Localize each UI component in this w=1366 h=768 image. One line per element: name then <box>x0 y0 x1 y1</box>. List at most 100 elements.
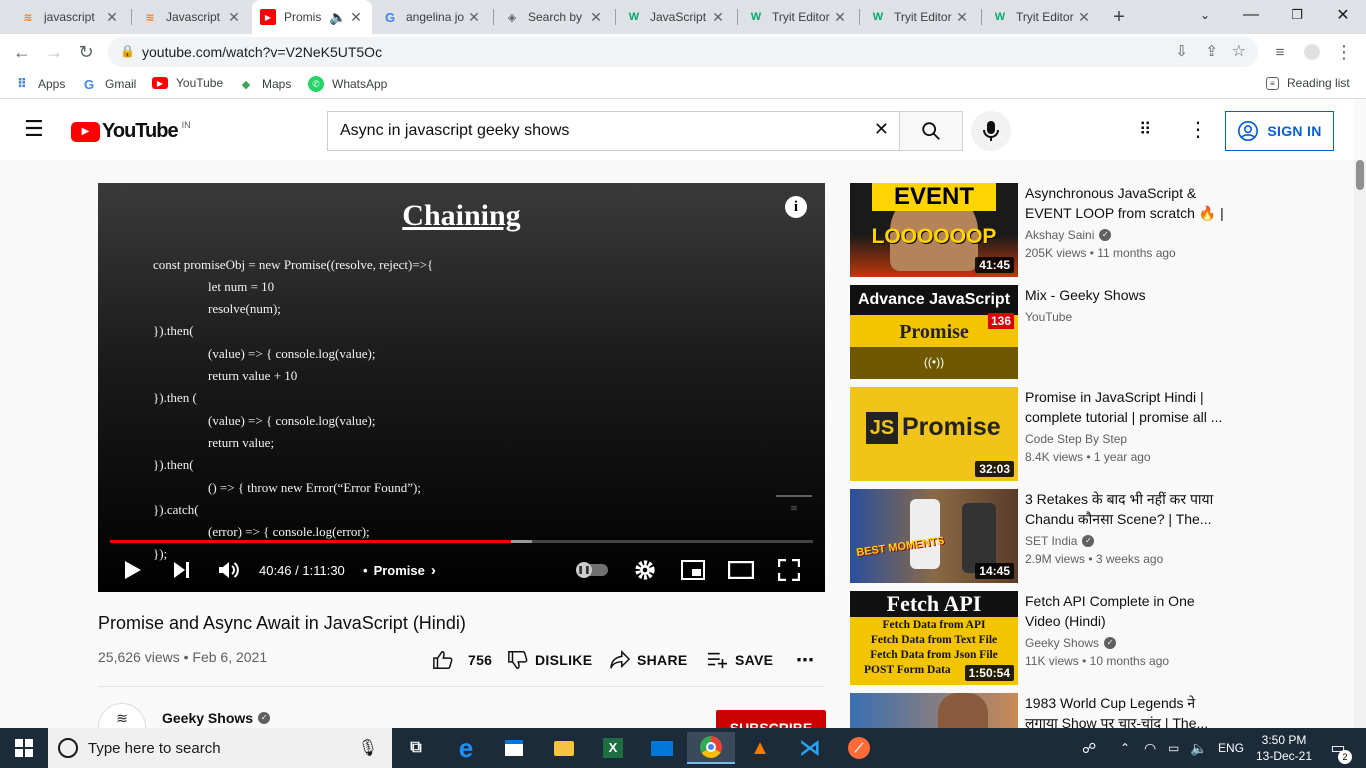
speaker-icon[interactable]: 🔈 <box>328 9 348 26</box>
recommendation-item[interactable]: 1983 World Cup Legends ने लगाया Show पर … <box>850 693 1250 728</box>
youtube-logo[interactable]: ▶ YouTube IN <box>71 120 191 143</box>
close-icon[interactable]: ✕ <box>710 9 726 26</box>
chapter-button[interactable]: • Promise › <box>363 554 436 586</box>
recommendation-item[interactable]: EVENT LOOOOOOP 41:45 Asynchronous JavaSc… <box>850 183 1250 277</box>
apps-grid-icon[interactable]: ⠿ <box>1139 120 1159 140</box>
tab-2-active[interactable]: ▶ Promis 🔈 ✕ <box>252 0 372 34</box>
recommendation-channel[interactable]: Code Step By Step <box>1025 432 1127 446</box>
progress-bar[interactable] <box>110 540 813 543</box>
store-icon[interactable] <box>490 732 538 764</box>
channel-avatar[interactable]: ≋ <box>98 703 146 728</box>
play-button[interactable] <box>118 554 148 586</box>
mail-icon[interactable] <box>638 732 686 764</box>
video-thumbnail[interactable]: EVENT LOOOOOOP 41:45 <box>850 183 1018 277</box>
install-icon[interactable]: ⇩ <box>1175 42 1188 60</box>
bookmark-apps[interactable]: ⠿ Apps <box>14 76 65 92</box>
search-input[interactable]: Async in javascript geeky shows ✕ <box>327 111 900 151</box>
theater-mode-button[interactable] <box>727 554 755 586</box>
recommendation-title[interactable]: Mix - Geeky Shows <box>1025 285 1230 305</box>
next-button[interactable] <box>168 554 196 586</box>
profile-icon[interactable] <box>1298 38 1326 66</box>
recommendation-channel[interactable]: Akshay Saini ✓ <box>1025 228 1112 242</box>
microphone-icon[interactable]: 🎙 <box>358 738 378 758</box>
search-button[interactable] <box>899 111 963 151</box>
bookmark-star-icon[interactable]: ☆ <box>1232 41 1246 61</box>
language-indicator[interactable]: ENG <box>1218 728 1244 768</box>
close-icon[interactable]: ✕ <box>104 9 120 26</box>
people-icon[interactable]: ☍ <box>1082 728 1096 768</box>
new-tab-button[interactable]: + <box>1104 0 1134 34</box>
tab-0[interactable]: ≋ javascript ✕ <box>12 0 128 34</box>
recommendation-title[interactable]: Fetch API Complete in One Video (Hindi) <box>1025 591 1230 631</box>
recommendation-title[interactable]: Asynchronous JavaScript & EVENT LOOP fro… <box>1025 183 1230 223</box>
video-thumbnail[interactable]: Fetch API Fetch Data from API Fetch Data… <box>850 591 1018 685</box>
excel-icon[interactable]: X <box>589 732 637 764</box>
close-window-icon[interactable]: ✕ <box>1320 0 1366 30</box>
chevron-up-icon[interactable]: ⌃ <box>1120 728 1130 768</box>
tab-1[interactable]: ≋ Javascript ✕ <box>134 0 250 34</box>
bookmark-gmail[interactable]: G Gmail <box>81 76 136 92</box>
tab-8[interactable]: W Tryit Editor ✕ <box>984 0 1100 34</box>
video-thumbnail[interactable]: JS Promise 32:03 <box>850 387 1018 481</box>
recommendation-channel[interactable]: SET India ✓ <box>1025 534 1095 548</box>
reload-icon[interactable]: ↻ <box>72 38 100 66</box>
tab-4[interactable]: ◈ Search by ✕ <box>496 0 612 34</box>
reading-list-button[interactable]: ≡ Reading list <box>1266 76 1350 90</box>
restore-icon[interactable]: ❐ <box>1274 0 1320 30</box>
menu-kebab-icon[interactable]: ⋮ <box>1330 38 1358 66</box>
video-player[interactable]: Chaining const promiseObj = new Promise(… <box>98 183 825 592</box>
windows-start-icon[interactable] <box>0 732 48 764</box>
settings-button[interactable] <box>632 554 658 586</box>
volume-icon[interactable]: 🔈 <box>1190 728 1207 768</box>
notification-center[interactable]: ▭ 2 <box>1324 728 1352 768</box>
scrollbar-thumb[interactable] <box>1356 160 1364 190</box>
like-button[interactable]: 756 <box>432 648 492 672</box>
recommendation-item[interactable]: BEST MOMENTS 14:45 3 Retakes के बाद भी न… <box>850 489 1250 583</box>
share-icon[interactable]: ⇪ <box>1205 42 1218 60</box>
postman-icon[interactable]: ⟋ <box>835 732 883 764</box>
clear-search-icon[interactable]: ✕ <box>874 119 889 140</box>
video-thumbnail[interactable]: Advance JavaScript Promise ((•)) 136 <box>850 285 1018 379</box>
file-explorer-icon[interactable] <box>540 732 588 764</box>
recommendation-item[interactable]: Fetch API Fetch Data from API Fetch Data… <box>850 591 1250 685</box>
tab-7[interactable]: W Tryit Editor ✕ <box>862 0 978 34</box>
task-view-icon[interactable]: ⧉ <box>392 732 440 764</box>
recommendation-title[interactable]: 1983 World Cup Legends ने लगाया Show पर … <box>1025 693 1230 728</box>
share-button[interactable]: SHARE <box>609 648 688 672</box>
channel-name[interactable]: Geeky Shows ✓ <box>162 710 271 726</box>
info-icon[interactable]: i <box>785 196 807 218</box>
tab-3[interactable]: G angelina jo ✕ <box>374 0 490 34</box>
close-icon[interactable]: ✕ <box>1076 9 1092 26</box>
vlc-icon[interactable]: ▲ <box>736 732 784 764</box>
channel-watermark-icon[interactable]: ≋ <box>776 495 812 517</box>
close-icon[interactable]: ✕ <box>954 9 970 26</box>
back-icon[interactable]: ← <box>8 38 36 66</box>
recommendation-title[interactable]: 3 Retakes के बाद भी नहीं कर पाया Chandu … <box>1025 489 1230 529</box>
tab-6[interactable]: W Tryit Editor ✕ <box>740 0 856 34</box>
clock[interactable]: 3:50 PM 13-Dec-21 <box>1254 728 1314 768</box>
tab-5[interactable]: W JavaScript ✕ <box>618 0 734 34</box>
close-icon[interactable]: ✕ <box>466 9 482 26</box>
autoplay-toggle[interactable]: ❚❚ <box>576 554 610 586</box>
forward-icon[interactable]: → <box>40 38 68 66</box>
bookmark-youtube[interactable]: ▶ YouTube <box>152 76 223 90</box>
chrome-icon[interactable] <box>687 732 735 764</box>
save-button[interactable]: SAVE <box>706 648 773 672</box>
voice-search-button[interactable] <box>971 111 1011 151</box>
address-bar[interactable]: 🔒 youtube.com/watch?v=V2NeK5UT5Oc ⇩ ⇪ ☆ <box>108 37 1258 67</box>
close-icon[interactable]: ✕ <box>588 9 604 26</box>
volume-button[interactable] <box>215 554 243 586</box>
tab-search-icon[interactable]: ⌄ <box>1182 0 1228 30</box>
wifi-icon[interactable]: ◠ <box>1144 728 1156 768</box>
edge-icon[interactable]: e <box>442 732 490 764</box>
recommendation-channel[interactable]: Geeky Shows ✓ <box>1025 636 1117 650</box>
battery-icon[interactable]: ▭ <box>1168 728 1179 768</box>
close-icon[interactable]: ✕ <box>348 9 364 26</box>
fullscreen-button[interactable] <box>775 554 803 586</box>
miniplayer-button[interactable] <box>679 554 707 586</box>
bookmark-maps[interactable]: ◆ Maps <box>238 76 292 92</box>
hamburger-menu-icon[interactable]: ☰ <box>24 118 48 142</box>
media-control-icon[interactable]: ≡ <box>1266 38 1294 66</box>
recommendation-title[interactable]: Promise in JavaScript Hindi | complete t… <box>1025 387 1230 427</box>
vscode-icon[interactable]: ⋊ <box>786 732 834 764</box>
